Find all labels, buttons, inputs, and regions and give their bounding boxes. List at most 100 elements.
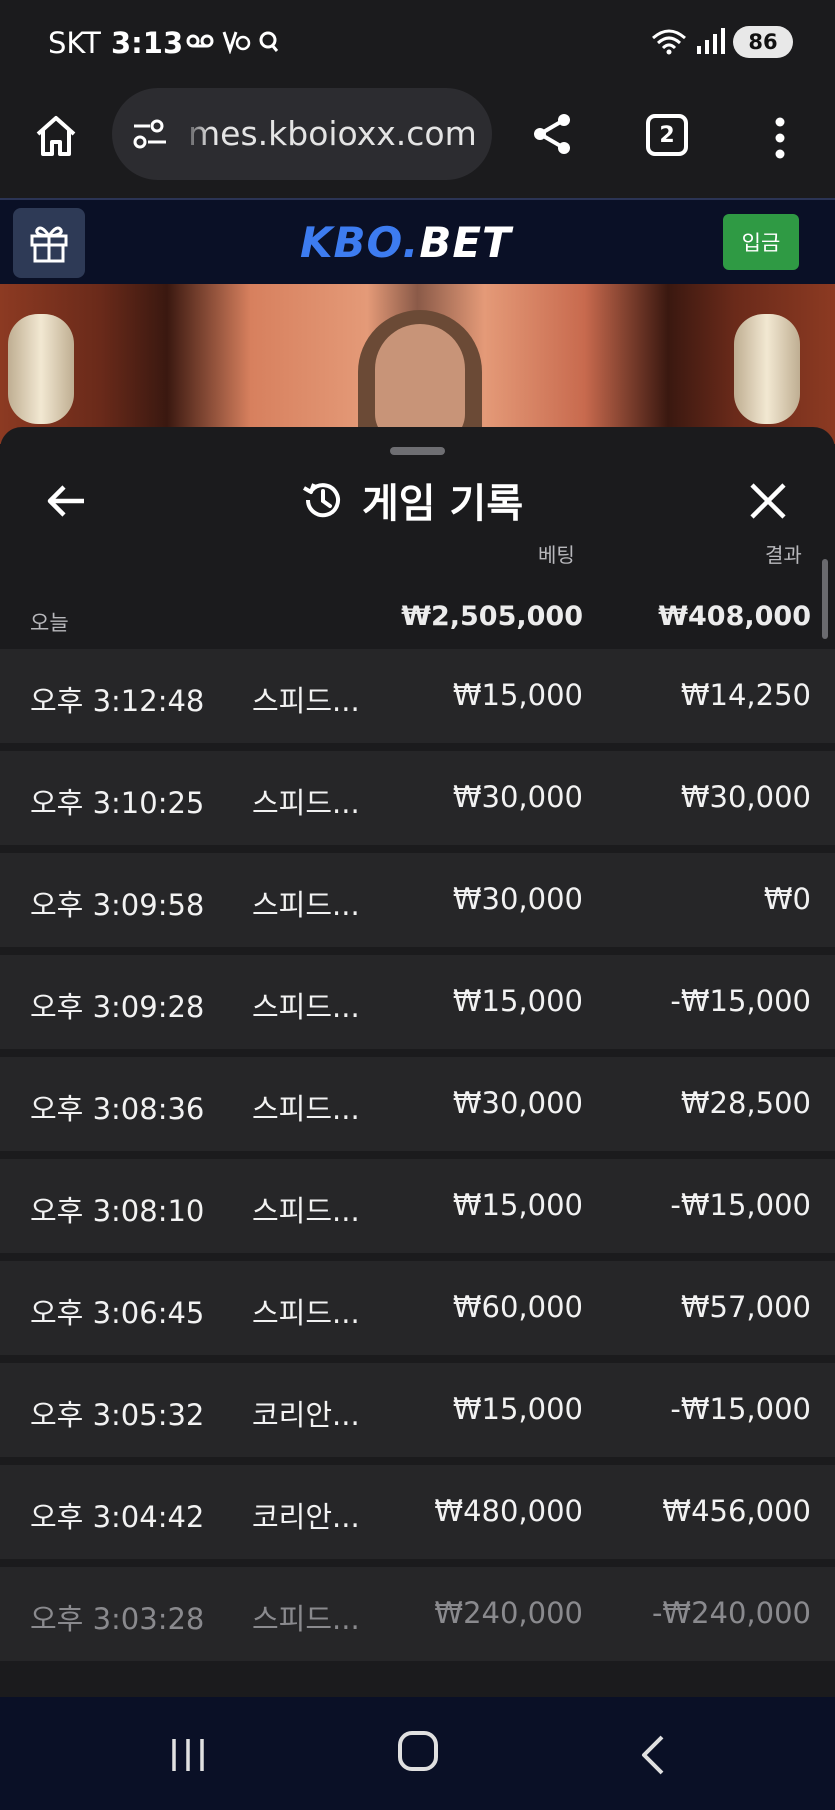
row-result: -₩15,000 [670, 1188, 811, 1222]
scrollbar[interactable] [822, 559, 828, 639]
close-icon[interactable] [746, 479, 790, 523]
logo-kbo: KBO [300, 218, 403, 267]
history-row[interactable]: 오후 3:06:45 스피드... ₩60,000 ₩57,000 [0, 1261, 835, 1355]
history-row[interactable]: 오후 3:05:32 코리안... ₩15,000 -₩15,000 [0, 1363, 835, 1457]
row-game: 스피드... [252, 786, 360, 820]
carrier-label: SKT [48, 26, 101, 60]
address-bar[interactable]: mes.kboioxx.com [112, 88, 492, 180]
column-header-result: 결과 [765, 543, 802, 567]
home-icon[interactable] [32, 112, 80, 160]
row-bet: ₩15,000 [452, 984, 583, 1018]
notification-icons [185, 28, 281, 54]
history-row[interactable]: 오후 3:09:28 스피드... ₩15,000 -₩15,000 [0, 955, 835, 1049]
lock-search-icon [259, 31, 279, 52]
row-result: ₩456,000 [662, 1494, 811, 1528]
row-result: -₩240,000 [651, 1596, 811, 1630]
row-game: 스피드... [252, 888, 360, 922]
row-result: -₩15,000 [670, 984, 811, 1018]
row-time: 오후 3:08:10 [30, 1194, 205, 1228]
tab-switcher-button[interactable]: 2 [646, 114, 688, 156]
row-game: 코리안... [252, 1500, 360, 1534]
row-bet: ₩30,000 [452, 882, 583, 916]
row-game: 스피드... [252, 1296, 360, 1330]
row-time: 오후 3:12:48 [30, 684, 205, 718]
history-row[interactable]: 오후 3:09:58 스피드... ₩30,000 ₩0 [0, 853, 835, 947]
logo-bet: BET [419, 218, 512, 267]
site-header: KBO.BET 입금 [0, 198, 835, 284]
tab-count: 2 [659, 122, 675, 148]
deposit-button[interactable]: 입금 [723, 214, 799, 270]
total-bet: ₩2,505,000 [401, 601, 583, 632]
total-result: ₩408,000 [658, 601, 811, 632]
url-text[interactable]: mes.kboioxx.com [188, 114, 477, 153]
row-time: 오후 3:10:25 [30, 786, 205, 820]
row-game: 스피드... [252, 684, 360, 718]
history-row[interactable]: 오후 3:12:48 스피드... ₩15,000 ₩14,250 [0, 649, 835, 743]
logo-dot: . [402, 218, 420, 267]
gift-button[interactable] [13, 208, 85, 278]
voicemail-icon [186, 34, 214, 48]
nav-back-icon[interactable] [638, 1733, 668, 1777]
more-vertical-icon[interactable] [768, 114, 792, 162]
signal-icon [697, 28, 725, 54]
volte-icon [222, 31, 251, 54]
row-bet: ₩480,000 [434, 1494, 583, 1528]
site-logo[interactable]: KBO.BET [300, 218, 512, 267]
history-row[interactable]: 오후 3:10:25 스피드... ₩30,000 ₩30,000 [0, 751, 835, 845]
gift-icon [30, 226, 68, 263]
row-result: ₩30,000 [680, 780, 811, 814]
nav-home-icon[interactable] [398, 1731, 438, 1771]
today-label: 오늘 [30, 611, 69, 635]
browser-toolbar: mes.kboioxx.com 2 [0, 86, 835, 198]
clock: 3:13 [111, 26, 184, 60]
row-game: 코리안... [252, 1398, 360, 1432]
arrow-left-icon[interactable] [44, 479, 88, 523]
row-result: ₩14,250 [680, 678, 811, 712]
row-time: 오후 3:09:58 [30, 888, 205, 922]
row-game: 스피드... [252, 1092, 360, 1126]
row-bet: ₩30,000 [452, 780, 583, 814]
row-game: 스피드... [252, 1194, 360, 1228]
history-row[interactable]: 오후 3:08:10 스피드... ₩15,000 -₩15,000 [0, 1159, 835, 1253]
row-bet: ₩15,000 [452, 1392, 583, 1426]
row-bet: ₩15,000 [452, 1188, 583, 1222]
recent-apps-icon[interactable] [168, 1735, 208, 1775]
row-result: ₩0 [763, 882, 811, 916]
share-icon[interactable] [528, 110, 576, 158]
history-icon [303, 483, 340, 518]
row-bet: ₩30,000 [452, 1086, 583, 1120]
row-bet: ₩15,000 [452, 678, 583, 712]
status-bar: SKT 3:13 86 [0, 0, 835, 86]
battery-level: 86 [748, 30, 778, 54]
column-header-bet: 베팅 [538, 543, 575, 567]
drag-handle[interactable] [390, 447, 445, 455]
row-bet: ₩60,000 [452, 1290, 583, 1324]
row-time: 오후 3:09:28 [30, 990, 205, 1024]
row-time: 오후 3:08:36 [30, 1092, 205, 1126]
history-row[interactable]: 오후 3:08:36 스피드... ₩30,000 ₩28,500 [0, 1057, 835, 1151]
lantern-left [8, 314, 74, 424]
row-bet: ₩240,000 [434, 1596, 583, 1630]
row-time: 오후 3:05:32 [30, 1398, 205, 1432]
row-time: 오후 3:03:28 [30, 1602, 205, 1636]
wifi-icon [652, 29, 686, 55]
sheet-title: 게임 기록 [300, 471, 523, 529]
live-video-background [0, 284, 835, 444]
system-indicators: 86 [651, 26, 793, 58]
row-game: 스피드... [252, 1602, 360, 1636]
history-list: 오후 3:12:48 스피드... ₩15,000 ₩14,250 오후 3:1… [0, 649, 835, 1669]
site-settings-icon[interactable] [130, 118, 170, 150]
row-time: 오후 3:04:42 [30, 1500, 205, 1534]
history-row[interactable]: 오후 3:03:28 스피드... ₩240,000 -₩240,000 [0, 1567, 835, 1661]
row-result: ₩57,000 [680, 1290, 811, 1324]
row-game: 스피드... [252, 990, 360, 1024]
row-result: ₩28,500 [680, 1086, 811, 1120]
row-result: -₩15,000 [670, 1392, 811, 1426]
lantern-right [734, 314, 800, 424]
dealer-face [375, 324, 465, 444]
url-fade [180, 88, 210, 180]
sheet-title-text: 게임 기록 [362, 481, 524, 527]
game-history-sheet: 게임 기록 베팅 결과 오늘 ₩2,505,000 ₩408,000 오후 3:… [0, 427, 835, 1697]
battery-indicator: 86 [733, 26, 793, 58]
history-row[interactable]: 오후 3:04:42 코리안... ₩480,000 ₩456,000 [0, 1465, 835, 1559]
